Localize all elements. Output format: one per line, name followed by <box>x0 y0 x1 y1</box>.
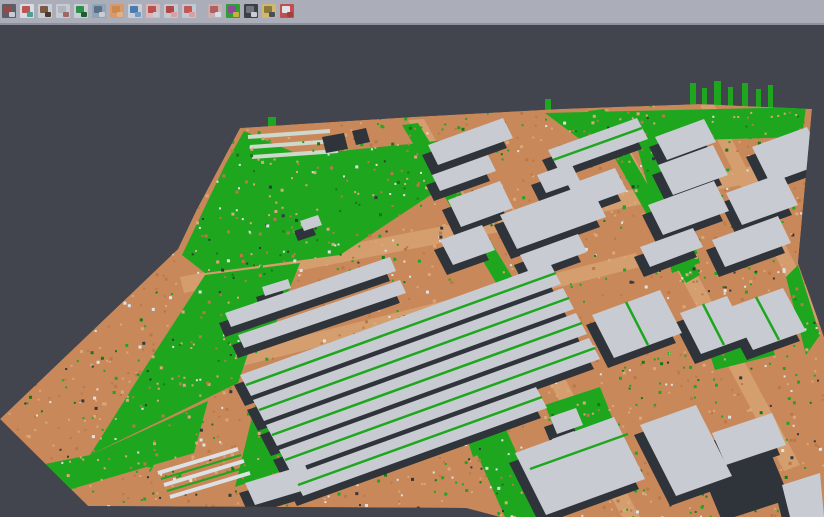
classified-points-icon-layer <box>27 12 33 17</box>
tree <box>742 83 748 109</box>
hatch-grid-icon-layer <box>215 12 221 17</box>
ortho-image-icon[interactable] <box>109 3 125 19</box>
classification-palette-icon[interactable] <box>225 3 241 19</box>
red-bars-icon-layer <box>153 12 159 17</box>
point-cloud-icon[interactable] <box>1 3 17 19</box>
hatch-grid-icon[interactable] <box>207 3 223 19</box>
vegetation-terrain-icon-layer <box>81 12 87 17</box>
red-bars-icon[interactable] <box>145 3 161 19</box>
measure-marker-icon-layer <box>269 12 275 17</box>
application-window <box>0 0 824 517</box>
sphere-icon[interactable] <box>243 3 259 19</box>
tree <box>756 89 761 109</box>
viewport-3d[interactable] <box>0 25 824 517</box>
measure-marker-icon[interactable] <box>261 3 277 19</box>
tree <box>545 99 551 111</box>
terrain-mound-icon[interactable] <box>37 3 53 19</box>
sparse-points-icon[interactable] <box>55 3 71 19</box>
tree <box>768 85 773 109</box>
sparse-points-icon-layer <box>63 12 69 17</box>
ortho-image-icon-layer <box>117 12 123 17</box>
column-slab-icon[interactable] <box>91 3 107 19</box>
point-cloud-scene <box>0 25 824 517</box>
crop-frame-icon[interactable] <box>181 3 197 19</box>
sphere-icon-layer <box>251 12 257 17</box>
terrain-mound-icon-layer <box>45 12 51 17</box>
target-circle-icon[interactable] <box>163 3 179 19</box>
flag-stripes-icon-layer <box>287 12 293 17</box>
toolbar <box>0 0 824 25</box>
classified-points-icon[interactable] <box>19 3 35 19</box>
classification-palette-icon-layer <box>233 12 239 17</box>
crop-frame-icon-layer <box>189 12 195 17</box>
globe-icon[interactable] <box>127 3 143 19</box>
point-cloud-icon-layer <box>9 12 15 17</box>
vegetation-terrain-icon[interactable] <box>73 3 89 19</box>
globe-icon-layer <box>135 12 141 17</box>
target-circle-icon-layer <box>171 12 177 17</box>
flag-stripes-icon[interactable] <box>279 3 295 19</box>
column-slab-icon-layer <box>99 12 105 17</box>
